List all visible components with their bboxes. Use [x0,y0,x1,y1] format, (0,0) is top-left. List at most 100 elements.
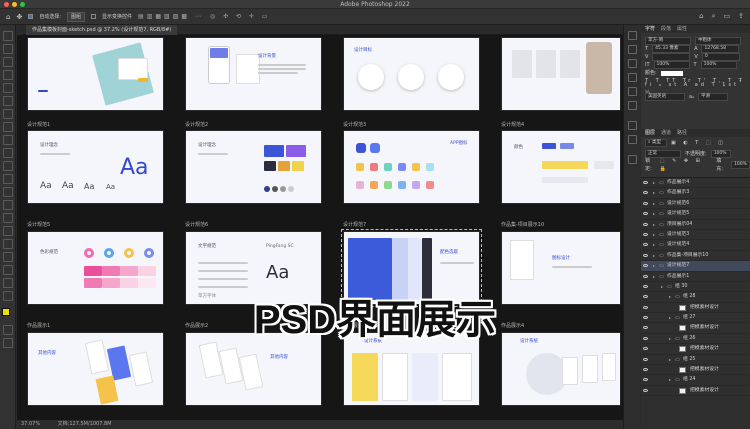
layer-row[interactable]: ▸ ▭ 组 28 [641,292,750,303]
layer-row[interactable]: ▸ ▭ 项目展示04 [641,220,750,230]
move-tool-icon[interactable] [3,31,13,41]
visibility-eye-icon[interactable] [643,295,648,299]
visibility-eye-icon[interactable] [643,191,648,195]
tab-channels[interactable]: 通道 [661,129,671,137]
visibility-eye-icon[interactable] [643,326,648,330]
layer-row[interactable]: ▸ ▭ 设计规范6 [641,199,750,210]
expand-chevron-icon[interactable]: ▸ [653,178,655,187]
artboard[interactable]: 其他内容 [185,332,322,406]
lasso-tool-icon[interactable] [3,57,13,67]
share-icon[interactable]: ⇪ [738,12,744,21]
expand-chevron-icon[interactable]: ▸ [653,251,655,260]
marquee-tool-icon[interactable] [3,44,13,54]
history-panel-icon[interactable] [628,31,637,40]
actions-panel-icon[interactable] [628,45,637,54]
artboard[interactable]: 设计系统 [343,332,480,406]
gradient-tool-icon[interactable] [3,187,13,197]
path-select-tool-icon[interactable] [3,252,13,262]
frame-tool-icon[interactable] [3,96,13,106]
font-style-select[interactable]: 中粗体 [695,37,741,45]
expand-chevron-icon[interactable]: ▸ [669,334,671,343]
visibility-eye-icon[interactable] [643,243,648,247]
expand-chevron-icon[interactable]: ▸ [669,355,671,364]
visibility-eye-icon[interactable] [643,378,648,382]
visibility-eye-icon[interactable] [643,347,648,351]
visibility-eye-icon[interactable] [643,368,648,372]
hand-tool-icon[interactable] [3,278,13,288]
visibility-eye-icon[interactable] [643,357,648,361]
stamp-tool-icon[interactable] [3,148,13,158]
expand-chevron-icon[interactable]: ▸ [661,282,663,291]
quick-select-tool-icon[interactable] [3,70,13,80]
auto-select-dropdown[interactable]: 图组 [67,11,86,22]
expand-chevron-icon[interactable]: ▸ [653,209,655,218]
expand-chevron-icon[interactable]: ▸ [653,188,655,197]
tab-layers[interactable]: 图层 [645,129,655,137]
eraser-tool-icon[interactable] [3,174,13,184]
show-transform-checkbox[interactable] [91,14,97,19]
align-icons[interactable]: ▤▥▦▧▨▩ ⋯ [138,13,204,20]
artboard[interactable]: 其他内容 [27,332,164,406]
expand-chevron-icon[interactable]: ▸ [653,230,655,239]
artboard[interactable]: 设计理念 [185,130,322,204]
layer-row[interactable]: ▸ ▭ 作品展示1 [641,272,750,282]
healing-brush-tool-icon[interactable] [3,122,13,132]
tab-properties[interactable]: 属性 [677,25,687,33]
blur-tool-icon[interactable] [3,200,13,210]
layer-row[interactable]: 把模素材设计 [641,303,750,314]
visibility-eye-icon[interactable] [643,274,648,278]
visibility-eye-icon[interactable] [643,336,648,340]
layer-filter-select[interactable]: ⌕ 类型 [645,139,667,147]
expand-chevron-icon[interactable]: ▸ [653,261,655,270]
search-icon[interactable]: ⌕ [712,12,716,21]
text-color-swatch[interactable] [660,70,683,76]
layers-panel-icon[interactable] [628,155,637,164]
document-tab[interactable]: 作品集模板封面-sketch.psd @ 37.2% (设计规范7, RGB/8… [26,25,178,35]
dodge-tool-icon[interactable] [3,213,13,223]
visibility-eye-icon[interactable] [643,232,648,236]
layer-row[interactable]: ▸ ▭ 组 27 [641,313,750,324]
expand-chevron-icon[interactable]: ▸ [669,292,671,301]
visibility-eye-icon[interactable] [643,316,648,320]
zoom-readout[interactable]: 37.07% [21,421,40,427]
artboard[interactable]: 设计背景 [185,37,322,111]
layer-row[interactable]: ▸ ▭ 组 26 [641,334,750,345]
layer-row[interactable]: ▸ ▭ 作品集-项目展示10 [641,251,750,262]
tab-paths[interactable]: 路径 [677,129,687,137]
layer-row[interactable]: ▸ ▭ 作品展示4 [641,178,750,189]
canvas-area[interactable]: 设计背景 设计目标 设计规范1 设计规范2 设计规范3 设计规范4 设计理念 A… [17,35,623,420]
antialias-select[interactable]: 平滑 [698,93,729,101]
visibility-eye-icon[interactable] [643,222,648,226]
artboard[interactable]: 色彩规范 [27,231,164,305]
font-family-select[interactable]: 苹方-简 [645,37,691,45]
auto-select-checkbox[interactable] [28,14,34,19]
visibility-eye-icon[interactable] [643,253,648,257]
visibility-eye-icon[interactable] [643,201,648,205]
layer-row[interactable]: 把模素材设计 [641,344,750,355]
paragraph-panel-icon[interactable] [628,135,637,144]
layer-row[interactable]: 把模素材设计 [641,386,750,397]
layer-row[interactable]: ▸ ▭ 组 24 [641,375,750,386]
visibility-eye-icon[interactable] [643,212,648,216]
horizontal-scale-field[interactable]: 100% [700,61,737,69]
move-tool-icon[interactable]: ✥ [16,13,22,21]
layer-row[interactable]: ▸ ▭ 组 25 [641,355,750,366]
tracking-field[interactable]: 0 [701,53,740,61]
screen-mode-icon[interactable] [3,338,13,348]
shape-tool-icon[interactable] [3,265,13,275]
fill-field[interactable]: 100% [731,161,750,169]
artboard[interactable]: APP图标 [343,130,480,204]
expand-chevron-icon[interactable]: ▸ [653,272,655,281]
vertical-scale-field[interactable]: 100% [653,61,690,69]
zoom-tool-icon[interactable] [3,291,13,301]
artboard[interactable] [501,37,621,111]
quick-mask-icon[interactable] [3,325,13,335]
artboard[interactable]: 设计目标 [343,37,480,111]
visibility-eye-icon[interactable] [643,388,648,392]
language-select[interactable]: 美国英语 [645,93,685,101]
character-panel-icon[interactable] [628,121,637,130]
expand-chevron-icon[interactable]: ▸ [653,240,655,249]
layer-row[interactable]: ▸ ▭ 作品展示3 [641,188,750,199]
lock-icons[interactable]: ⬚ ✎ ✥ ⊞ 🔒 [660,157,713,173]
leading-field[interactable]: 12768.58 [701,45,740,53]
